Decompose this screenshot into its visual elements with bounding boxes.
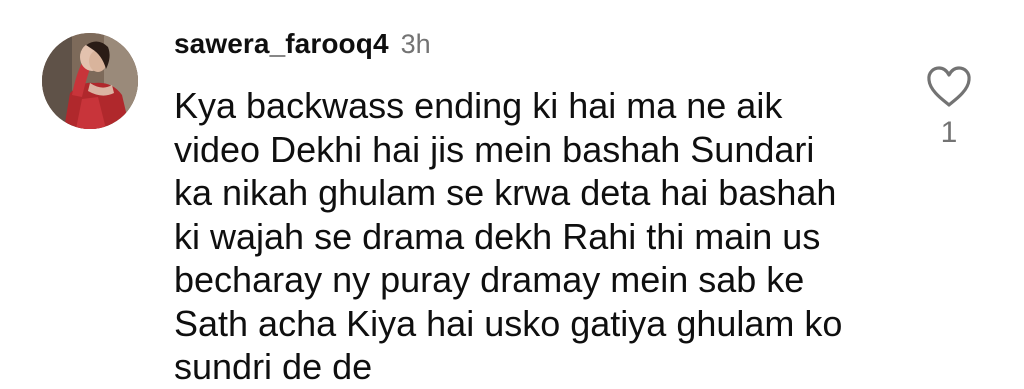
like-button[interactable]	[926, 66, 972, 108]
comment-header: sawera_farooq4 3h	[174, 28, 431, 60]
avatar-photo	[42, 33, 138, 129]
heart-outline-icon	[927, 66, 971, 107]
comment-item: sawera_farooq4 3h Kya backwass ending ki…	[0, 0, 1024, 387]
timestamp: 3h	[400, 29, 431, 59]
avatar[interactable]	[42, 33, 138, 129]
comment-text: Kya backwass ending ki hai ma ne aik vid…	[174, 85, 843, 387]
like-count: 1	[940, 116, 958, 149]
username-link[interactable]: sawera_farooq4	[174, 28, 389, 60]
